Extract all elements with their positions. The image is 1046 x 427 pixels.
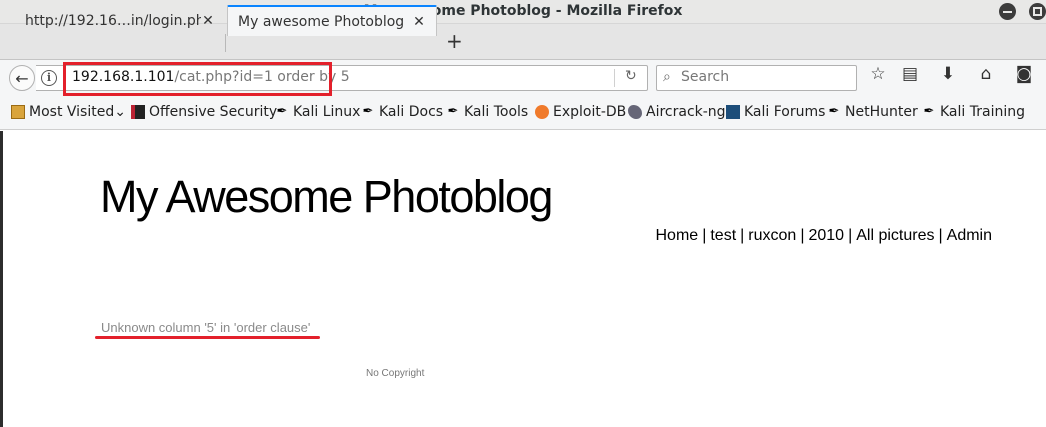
url-divider xyxy=(614,69,615,87)
home-icon[interactable]: ⌂ xyxy=(974,64,998,84)
site-info-icon[interactable]: i xyxy=(41,70,57,86)
bookmark-label: Kali Forums xyxy=(744,104,826,120)
search-icon: ⌕ xyxy=(663,69,671,85)
back-button[interactable]: ← xyxy=(9,65,35,91)
minimize-icon xyxy=(1003,11,1012,13)
library-icon[interactable]: ▤ xyxy=(898,64,922,84)
bookmark-label: Most Visited xyxy=(29,104,115,120)
nav-ruxcon-link[interactable]: ruxcon xyxy=(748,227,796,244)
kali-icon: ✒ xyxy=(828,104,840,119)
bookmark-label: NetHunter xyxy=(845,104,918,120)
tab-label: http://192.16…in/login.php xyxy=(25,12,201,29)
downloads-icon[interactable]: ⬇ xyxy=(936,64,960,84)
kali-icon: ✒ xyxy=(276,104,288,119)
bookmark-kali-forums[interactable]: Kali Forums xyxy=(726,104,825,120)
chevron-down-icon: ⌄ xyxy=(114,104,126,120)
tab-label: My awesome Photoblog xyxy=(238,13,405,30)
minimize-button[interactable] xyxy=(999,3,1016,20)
bookmark-offensive-security[interactable]: Offensive Security xyxy=(131,104,277,120)
aircrack-icon xyxy=(628,105,642,119)
kali-icon: ✒ xyxy=(447,104,459,119)
tab-login[interactable]: http://192.16…in/login.php ✕ xyxy=(15,5,225,36)
nav-divider: | xyxy=(702,227,707,244)
close-tab-icon[interactable]: ✕ xyxy=(412,14,426,30)
bookmark-most-visited[interactable]: Most Visited ⌄ xyxy=(11,104,126,120)
bookmark-nethunter[interactable]: ✒ NetHunter xyxy=(827,104,918,120)
nav-2010-link[interactable]: 2010 xyxy=(808,227,844,244)
bookmark-kali-training[interactable]: ✒ Kali Training xyxy=(922,104,1025,120)
folder-icon xyxy=(11,105,25,119)
kali-icon: ✒ xyxy=(362,104,374,119)
nav-divider: | xyxy=(938,227,943,244)
bookmark-kali-docs[interactable]: ✒ Kali Docs xyxy=(361,104,444,120)
back-arrow-icon: ← xyxy=(15,68,29,88)
nav-all-pictures-link[interactable]: All pictures xyxy=(856,227,934,244)
close-tab-icon[interactable]: ✕ xyxy=(201,13,215,29)
bookmark-label: Kali Docs xyxy=(379,104,444,120)
sql-error-message: Unknown column '5' in 'order clause' xyxy=(101,320,311,335)
nav-divider: | xyxy=(740,227,745,244)
bookmark-exploit-db[interactable]: Exploit-DB xyxy=(535,104,626,120)
pocket-icon[interactable]: ◙ xyxy=(1012,64,1036,84)
tab-separator xyxy=(225,34,226,52)
nav-admin-link[interactable]: Admin xyxy=(947,227,992,244)
bookmark-label: Kali Tools xyxy=(464,104,529,120)
nav-divider: | xyxy=(800,227,805,244)
nav-divider: | xyxy=(848,227,853,244)
maximize-button[interactable] xyxy=(1029,3,1046,20)
maximize-icon xyxy=(1033,7,1042,16)
error-highlight-underline xyxy=(95,336,320,339)
bookmark-kali-tools[interactable]: ✒ Kali Tools xyxy=(446,104,529,120)
search-placeholder: Search xyxy=(681,69,730,85)
exploit-db-icon xyxy=(535,105,549,119)
nav-home-link[interactable]: Home xyxy=(656,227,699,244)
window-left-edge xyxy=(0,131,3,427)
bookmarks-toolbar: Most Visited ⌄ Offensive Security ✒ Kali L… xyxy=(0,96,1046,130)
search-box[interactable]: ⌕ Search xyxy=(656,65,857,91)
bookmark-label: Offensive Security xyxy=(149,104,278,120)
offensive-security-icon xyxy=(131,105,145,119)
page-content: My Awesome Photoblog Home | test | ruxcon | 20… xyxy=(0,131,1046,427)
reload-icon[interactable]: ↻ xyxy=(625,68,637,84)
bookmark-label: Aircrack-ng xyxy=(646,104,726,120)
tab-photoblog[interactable]: My awesome Photoblog ✕ xyxy=(227,5,437,36)
url-highlight-box xyxy=(63,62,332,96)
bookmark-label: Kali Linux xyxy=(293,104,361,120)
new-tab-button[interactable]: + xyxy=(446,30,463,52)
kali-forums-icon xyxy=(726,105,740,119)
bookmark-label: Exploit-DB xyxy=(553,104,627,120)
bookmark-label: Kali Training xyxy=(940,104,1025,120)
footer-text: No Copyright xyxy=(366,368,425,379)
site-nav: Home | test | ruxcon | 2010 | All pictures | Admin xyxy=(656,227,993,245)
nav-test-link[interactable]: test xyxy=(710,227,736,244)
bookmark-kali-linux[interactable]: ✒ Kali Linux xyxy=(275,104,361,120)
bookmark-star-icon[interactable]: ☆ xyxy=(866,64,890,84)
kali-icon: ✒ xyxy=(923,104,935,119)
blog-title: My Awesome Photoblog xyxy=(100,171,553,222)
bookmark-aircrack-ng[interactable]: Aircrack-ng xyxy=(628,104,726,120)
